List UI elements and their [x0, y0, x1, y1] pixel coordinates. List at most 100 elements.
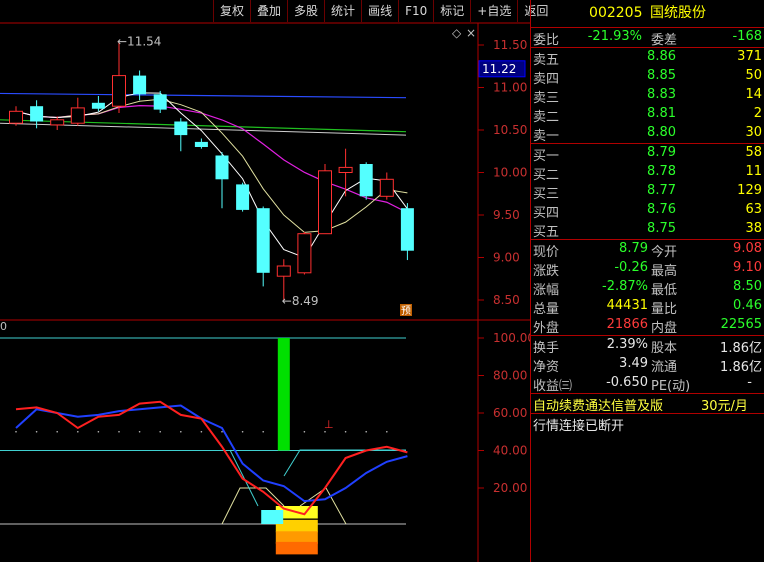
sell-level-label: 卖五	[533, 53, 560, 68]
low-value: 8.50	[733, 279, 762, 294]
osc-dot	[159, 430, 161, 433]
candle-body	[318, 170, 332, 235]
stats-button[interactable]: 统计	[324, 0, 361, 22]
sell-level-label: 卖三	[533, 91, 560, 106]
buy-volume: 58	[745, 145, 762, 160]
float-shares-label: 流通	[651, 360, 678, 375]
share-capital-value: 1.86亿	[720, 341, 762, 356]
open-label: 今开	[651, 245, 678, 260]
osc-tick-label: 60.00	[493, 406, 527, 420]
osc-dot	[241, 430, 244, 433]
sell-volume: 14	[745, 87, 762, 102]
sell-level-label: 卖一	[533, 129, 560, 144]
buy-level-label: 买五	[533, 225, 560, 240]
promo-row[interactable]: 自动续费通达信普及版 30元/月	[531, 394, 764, 414]
overlay-button[interactable]: 叠加	[250, 0, 287, 22]
osc-red-line	[15, 400, 408, 516]
buy-row[interactable]: 买二 8.78 11	[531, 163, 764, 183]
close-icon: ×	[466, 26, 476, 40]
sell-row[interactable]: 卖二 8.81 2	[531, 105, 764, 125]
promo-price[interactable]: 30元/月	[701, 395, 748, 414]
buy-volume: 11	[745, 164, 762, 179]
candle-body	[70, 107, 85, 124]
candle-body	[153, 94, 167, 110]
osc-cyan-bar	[261, 510, 284, 524]
high-label: 最高	[651, 264, 678, 279]
sell-level-label: 卖二	[533, 110, 560, 125]
sell-volume: 30	[745, 125, 762, 140]
change-value: -0.26	[614, 260, 648, 275]
candle-body	[112, 75, 126, 107]
forecast-marker: 预	[401, 305, 411, 317]
mark-button[interactable]: 标记	[433, 0, 470, 22]
buy-volume: 129	[737, 183, 762, 198]
promo-text[interactable]: 自动续费通达信普及版	[533, 395, 663, 414]
candle-body	[276, 265, 291, 277]
quote-panel: 002205 国统股份 委比 -21.93% 委差 -168 卖五 8.86 3…	[530, 0, 764, 562]
draw-line-button[interactable]: 画线	[361, 0, 398, 22]
sell-row[interactable]: 卖四 8.85 50	[531, 67, 764, 87]
buy-orders: 买一 8.79 58 买二 8.78 11 买三 8.77 129 买四 8.7…	[531, 144, 764, 240]
candle-body	[9, 110, 23, 124]
change-pct-label: 涨幅	[533, 283, 560, 298]
inner-volume-label: 内盘	[651, 321, 678, 336]
osc-dot	[344, 430, 347, 433]
price-tick-label: 10.00	[493, 166, 527, 180]
osc-red-marker: ⊥	[324, 418, 334, 431]
fund-row: 净资 3.49 流通 1.86亿	[531, 355, 764, 375]
buy-price: 8.75	[647, 221, 676, 236]
osc-tick-label: 40.00	[493, 444, 527, 458]
candle-body	[50, 119, 65, 126]
sell-row[interactable]: 卖一 8.80 30	[531, 124, 764, 144]
share-capital-label: 股本	[651, 341, 678, 356]
kline-chart[interactable]: ◇ × 11.50 11.00 10.50 10.00 9.50 9.00 8.50 11.22 ←…	[0, 0, 530, 562]
change-pct-value: -2.87%	[602, 279, 648, 294]
buy-row[interactable]: 买一 8.79 58	[531, 144, 764, 164]
sell-volume: 371	[737, 49, 762, 64]
quote-row: 外盘 21866 内盘 22565	[531, 316, 764, 336]
buy-level-label: 买二	[533, 168, 560, 183]
outer-volume-value: 21866	[606, 317, 648, 332]
buy-level-label: 买四	[533, 206, 560, 221]
stock-code: 002205	[589, 5, 643, 21]
sell-volume: 50	[745, 68, 762, 83]
osc-dot	[97, 430, 100, 433]
sell-row[interactable]: 卖五 8.86 371	[531, 48, 764, 68]
osc-tick-label: 100.00	[493, 331, 530, 345]
buy-row[interactable]: 买五 8.75 38	[531, 220, 764, 240]
inner-volume-value: 22565	[720, 317, 762, 332]
osc-highlight-bar	[275, 541, 318, 555]
multi-stock-button[interactable]: 多股	[287, 0, 324, 22]
sell-row[interactable]: 卖三 8.83 14	[531, 86, 764, 106]
quote-row: 涨跌 -0.26 最高 9.10	[531, 259, 764, 279]
osc-dot	[56, 430, 58, 433]
fundamentals-block: 换手 2.39% 股本 1.86亿 净资 3.49 流通 1.86亿 收益㈢ -…	[531, 336, 764, 394]
osc-dot	[138, 430, 141, 433]
add-watchlist-button[interactable]: +自选	[470, 0, 517, 22]
osc-dot	[200, 430, 203, 433]
net-assets-label: 净资	[533, 360, 560, 375]
price-tick-label: 9.00	[493, 251, 520, 265]
connection-status: 行情连接已断开	[533, 419, 625, 434]
sell-price: 8.80	[647, 125, 676, 140]
fuquan-button[interactable]: 复权	[213, 0, 250, 22]
osc-dot	[303, 430, 306, 433]
turnover-label: 换手	[533, 341, 560, 356]
pe-value: -	[747, 375, 752, 390]
quote-row: 总量 44431 量比 0.46	[531, 297, 764, 317]
status-row: 行情连接已断开	[531, 414, 764, 434]
sell-level-label: 卖四	[533, 72, 560, 87]
buy-row[interactable]: 买三 8.77 129	[531, 182, 764, 202]
osc-dot	[262, 430, 265, 433]
f10-button[interactable]: F10	[398, 0, 433, 22]
sell-volume: 2	[753, 106, 762, 121]
sell-price: 8.86	[647, 49, 676, 64]
chart-toolbar: 复权 叠加 多股 统计 画线 F10 标记 +自选 返回	[213, 0, 554, 23]
buy-volume: 38	[745, 221, 762, 236]
low-marker-label: ←8.49	[282, 294, 319, 308]
candle-body	[174, 121, 188, 136]
ma-long-blue	[0, 92, 407, 99]
buy-row[interactable]: 买四 8.76 63	[531, 201, 764, 221]
high-value: 9.10	[733, 260, 762, 275]
osc-signal-bar	[277, 338, 290, 451]
